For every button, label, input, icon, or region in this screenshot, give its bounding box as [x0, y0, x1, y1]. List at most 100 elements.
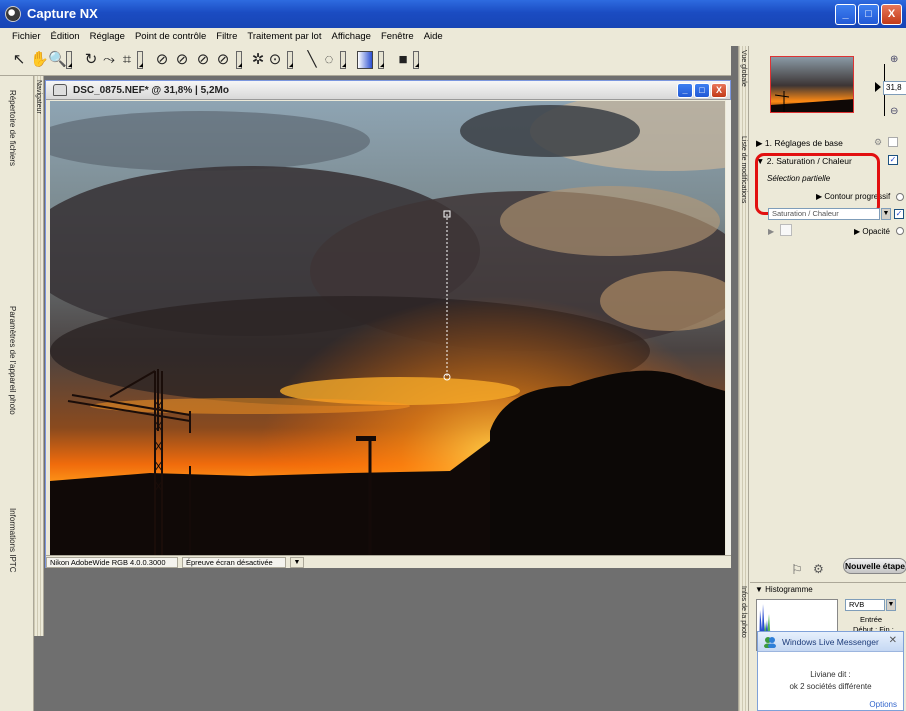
zoom-value[interactable]: 31,8 — [883, 81, 906, 95]
overview-thumbnail[interactable] — [770, 56, 854, 113]
tab-overview[interactable]: Vue globale — [740, 50, 747, 87]
color-profile-label: Nikon AdobeWide RGB 4.0.0.3000 — [46, 557, 178, 568]
document-icon — [53, 84, 67, 96]
menu-filtre[interactable]: Filtre — [211, 28, 242, 46]
step-1-tools-icon[interactable]: ⚙ — [874, 137, 882, 148]
title-bar: Capture NX _ □ X — [0, 0, 906, 28]
gradient-icon[interactable] — [357, 51, 373, 69]
step-type-combo[interactable]: Saturation / Chaleur — [768, 208, 880, 220]
histogram-header[interactable]: ▼ Histogramme — [755, 585, 813, 594]
step-type-dropdown-button[interactable]: ▼ — [881, 208, 891, 220]
window-title: Capture NX — [27, 6, 98, 21]
zoom-slider-thumb[interactable] — [875, 82, 881, 92]
zoom-out-icon[interactable]: ⊖ — [890, 106, 900, 117]
menu-affichage[interactable]: Affichage — [326, 28, 375, 46]
step-type-checkbox[interactable]: ✓ — [894, 209, 904, 219]
messenger-sender: Liviane dit : — [810, 670, 851, 679]
contour-radio[interactable] — [896, 193, 904, 201]
opacity-toggle[interactable]: ▶ Opacité — [854, 227, 890, 236]
highlight-annotation — [755, 153, 880, 215]
navigator-strip[interactable]: Navigateur — [34, 76, 44, 636]
menu-aide[interactable]: Aide — [419, 28, 448, 46]
tool-handle-f4[interactable] — [236, 51, 242, 69]
edit-list: ▶ 1. Réglages de base ⚙ ▼ 2. Saturation … — [750, 133, 906, 573]
doc-minimize-button[interactable]: _ — [677, 83, 693, 98]
step-1-checkbox[interactable] — [888, 137, 898, 147]
step-1-header[interactable]: ▶ 1. Réglages de base — [756, 138, 843, 149]
menu-edition[interactable]: Édition — [46, 28, 85, 46]
doc-maximize-button[interactable]: □ — [694, 83, 710, 98]
tab-navigator[interactable]: Navigateur — [35, 80, 42, 114]
straighten-icon[interactable]: ⤳ — [102, 51, 116, 69]
menu-fichier[interactable]: Fichier — [7, 28, 46, 46]
messenger-notification[interactable]: Windows Live Messenger ✕ Liviane dit : o… — [757, 631, 904, 711]
hand-tool-icon[interactable]: ✋ — [30, 51, 49, 69]
tool-handle-f8[interactable] — [413, 51, 419, 69]
histogram-arrow-icon: ▼ — [755, 585, 766, 594]
lasso-icon[interactable]: ╲ — [305, 51, 319, 69]
menu-fenetre[interactable]: Fenêtre — [376, 28, 419, 46]
opacity-radio[interactable] — [896, 227, 904, 235]
black-point-icon[interactable]: ⊘ — [155, 51, 169, 69]
tool-handle-f2[interactable] — [66, 51, 72, 69]
messenger-options-link[interactable]: Options — [869, 700, 897, 709]
white-point-icon[interactable]: ⊘ — [216, 51, 230, 69]
auto-retouch-icon[interactable]: ✲ — [251, 51, 265, 69]
channel-select[interactable]: RVB — [845, 599, 885, 611]
tool-handle-f5[interactable] — [287, 51, 293, 69]
zoom-tool-icon[interactable]: 🔍 — [48, 51, 67, 69]
messenger-header: Windows Live Messenger ✕ — [758, 632, 903, 652]
document-window: DSC_0875.NEF* @ 31,8% | 5,2Mo _ □ X Niko… — [45, 80, 732, 568]
selection-brush-icon[interactable]: ◌ — [322, 51, 336, 69]
sunset-photo[interactable] — [50, 101, 725, 555]
expand-arrow-icon: ▶ — [756, 138, 765, 148]
app-icon[interactable] — [5, 6, 21, 22]
step-2-checkbox[interactable]: ✓ — [888, 155, 898, 165]
menu-traitement-par-lot[interactable]: Traitement par lot — [242, 28, 326, 46]
tab-photo-info[interactable]: Infos de la photo — [740, 586, 747, 638]
close-icon[interactable]: ✕ — [889, 635, 897, 646]
red-eye-icon[interactable]: ⊘ — [196, 51, 210, 69]
tab-iptc-info[interactable]: Informations IPTC — [8, 508, 17, 572]
rotate-icon[interactable]: ↻ — [84, 51, 98, 69]
direct-select-icon[interactable]: ↖ — [12, 51, 26, 69]
menu-point-de-controle[interactable]: Point de contrôle — [130, 28, 211, 46]
channel-dropdown-button[interactable]: ▼ — [886, 599, 896, 611]
messenger-logo-icon — [764, 637, 776, 648]
tool-handle-f3[interactable] — [137, 51, 143, 69]
document-title-bar: DSC_0875.NEF* @ 31,8% | 5,2Mo _ □ X — [46, 81, 730, 100]
step-settings-icon[interactable]: ⚙ — [813, 562, 824, 576]
left-tab-bar: Répertoire de fichiers Paramètres de l'a… — [0, 76, 34, 711]
mask-thumbnail[interactable] — [780, 224, 792, 236]
edit-list-strip[interactable]: Liste de modifications — [739, 132, 749, 582]
tab-camera-settings[interactable]: Paramètres de l'appareil photo — [8, 306, 17, 415]
tool-handle-f7[interactable] — [378, 51, 384, 69]
zoom-control: ⊕ 31,8 ⊖ — [875, 54, 906, 124]
menu-bar: Fichier Édition Réglage Point de contrôl… — [0, 28, 906, 46]
new-step-button[interactable]: Nouvelle étape — [843, 558, 906, 574]
overview-strip[interactable]: Vue globale — [739, 46, 749, 132]
panel-gap — [731, 46, 738, 711]
red-eye-control-icon[interactable]: ⊙ — [268, 51, 282, 69]
tool-handle-f6[interactable] — [340, 51, 346, 69]
maximize-button[interactable]: □ — [858, 4, 879, 25]
document-status-bar: Nikon AdobeWide RGB 4.0.0.3000 Épreuve é… — [46, 555, 732, 568]
fill-icon[interactable]: ■ — [396, 51, 410, 69]
document-title: DSC_0875.NEF* @ 31,8% | 5,2Mo — [73, 85, 229, 96]
proof-dropdown-button[interactable]: ▼ — [290, 557, 304, 568]
messenger-message: ok 2 sociétés différente — [789, 682, 872, 691]
tab-file-directory[interactable]: Répertoire de fichiers — [8, 90, 17, 166]
tab-edit-list[interactable]: Liste de modifications — [740, 136, 747, 203]
close-button[interactable]: X — [881, 4, 902, 25]
minimize-button[interactable]: _ — [835, 4, 856, 25]
zoom-in-icon[interactable]: ⊕ — [890, 54, 900, 65]
toolbar: ↖ ✋ 🔍 ↻ ⤳ ⌗ ⊘ ⊘ ⊘ ⊘ ✲ ⊙ ╲ ◌ ■ — [0, 46, 738, 76]
new-step-options-icon[interactable]: ⚐ — [791, 562, 803, 578]
photo-info-strip[interactable]: Infos de la photo — [739, 582, 749, 711]
color-point-icon[interactable]: ⊘ — [175, 51, 189, 69]
mask-expand-icon[interactable]: ▶ — [768, 227, 774, 236]
menu-reglage[interactable]: Réglage — [85, 28, 130, 46]
doc-close-button[interactable]: X — [711, 83, 727, 98]
crop-icon[interactable]: ⌗ — [120, 51, 134, 69]
right-panel: Vue globale Liste de modifications Infos… — [738, 46, 906, 711]
